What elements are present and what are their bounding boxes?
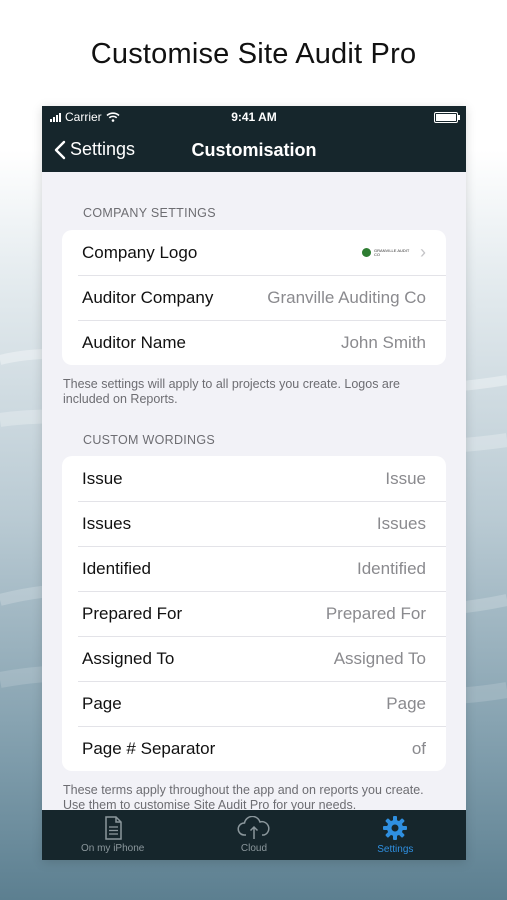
- navigation-bar: Settings Customisation: [42, 128, 466, 172]
- wording-row-issue[interactable]: Issue Issue: [62, 456, 446, 501]
- row-label: Auditor Company: [82, 287, 214, 307]
- wording-field[interactable]: Assigned To: [334, 649, 426, 669]
- custom-wordings-group: Issue Issue Issues Issues Identified Ide…: [62, 456, 446, 771]
- tab-bar: On my iPhone Cloud Settings: [42, 810, 466, 860]
- row-label: Issue: [82, 468, 123, 488]
- wording-field[interactable]: Page: [386, 694, 426, 714]
- chevron-right-icon: ›: [420, 242, 426, 262]
- row-label: Company Logo: [82, 242, 198, 262]
- custom-wordings-footer: These terms apply throughout the app and…: [63, 783, 424, 812]
- tab-cloud[interactable]: Cloud: [183, 810, 324, 860]
- tab-label: Settings: [377, 844, 414, 855]
- wording-row-prepared-for[interactable]: Prepared For Prepared For: [62, 591, 446, 636]
- document-icon: [104, 816, 122, 840]
- logo-mark-icon: [362, 248, 371, 257]
- tab-label: On my iPhone: [80, 843, 145, 854]
- tab-on-my-iphone[interactable]: On my iPhone: [42, 810, 183, 860]
- wording-field[interactable]: Identified: [357, 559, 426, 579]
- row-label: Auditor Name: [82, 332, 186, 352]
- marketing-title: Customise Site Audit Pro: [90, 38, 417, 70]
- wording-field[interactable]: of: [412, 739, 426, 759]
- auditor-company-field[interactable]: Granville Auditing Co: [267, 288, 426, 308]
- wording-row-identified[interactable]: Identified Identified: [62, 546, 446, 591]
- logo-text: GRANVILLE AUDIT CO: [374, 247, 410, 257]
- gear-icon: [383, 816, 408, 840]
- battery-icon: [434, 112, 460, 123]
- auditor-name-field[interactable]: John Smith: [341, 333, 426, 353]
- status-time: 9:41 AM: [231, 110, 277, 124]
- wording-field[interactable]: Prepared For: [326, 604, 426, 624]
- wording-row-issues[interactable]: Issues Issues: [62, 501, 446, 546]
- status-bar: Carrier 9:41 AM: [42, 106, 466, 128]
- wording-row-page-separator[interactable]: Page # Separator of: [62, 726, 446, 771]
- row-label: Issues: [82, 513, 132, 533]
- wording-field[interactable]: Issues: [377, 514, 426, 534]
- wording-field[interactable]: Issue: [385, 469, 426, 489]
- company-logo-thumbnail: GRANVILLE AUDIT CO: [362, 248, 410, 257]
- wording-row-assigned-to[interactable]: Assigned To Assigned To: [62, 636, 446, 681]
- company-settings-header: COMPANY SETTINGS: [83, 206, 216, 220]
- phone-screen: Carrier 9:41 AM Settings Customisation C…: [42, 106, 466, 860]
- auditor-company-row[interactable]: Auditor Company Granville Auditing Co: [62, 275, 446, 320]
- settings-content: COMPANY SETTINGS Company Logo GRANVILLE …: [42, 172, 466, 813]
- page-title: Customisation: [191, 140, 317, 160]
- row-label: Prepared For: [82, 603, 183, 623]
- company-settings-group: Company Logo GRANVILLE AUDIT CO › Audito…: [62, 230, 446, 365]
- custom-wordings-header: CUSTOM WORDINGS: [83, 433, 216, 447]
- row-label: Assigned To: [82, 648, 175, 668]
- auditor-name-row[interactable]: Auditor Name John Smith: [62, 320, 446, 365]
- cloud-icon: [237, 816, 270, 839]
- row-label: Page: [82, 693, 122, 713]
- company-settings-footer: These settings will apply to all project…: [63, 377, 400, 406]
- wording-row-page[interactable]: Page Page: [62, 681, 446, 726]
- row-label: Identified: [82, 558, 151, 578]
- tab-label: Cloud: [240, 843, 268, 854]
- company-logo-row[interactable]: Company Logo GRANVILLE AUDIT CO ›: [62, 230, 446, 275]
- tab-settings[interactable]: Settings: [325, 810, 466, 860]
- row-label: Page # Separator: [82, 738, 216, 758]
